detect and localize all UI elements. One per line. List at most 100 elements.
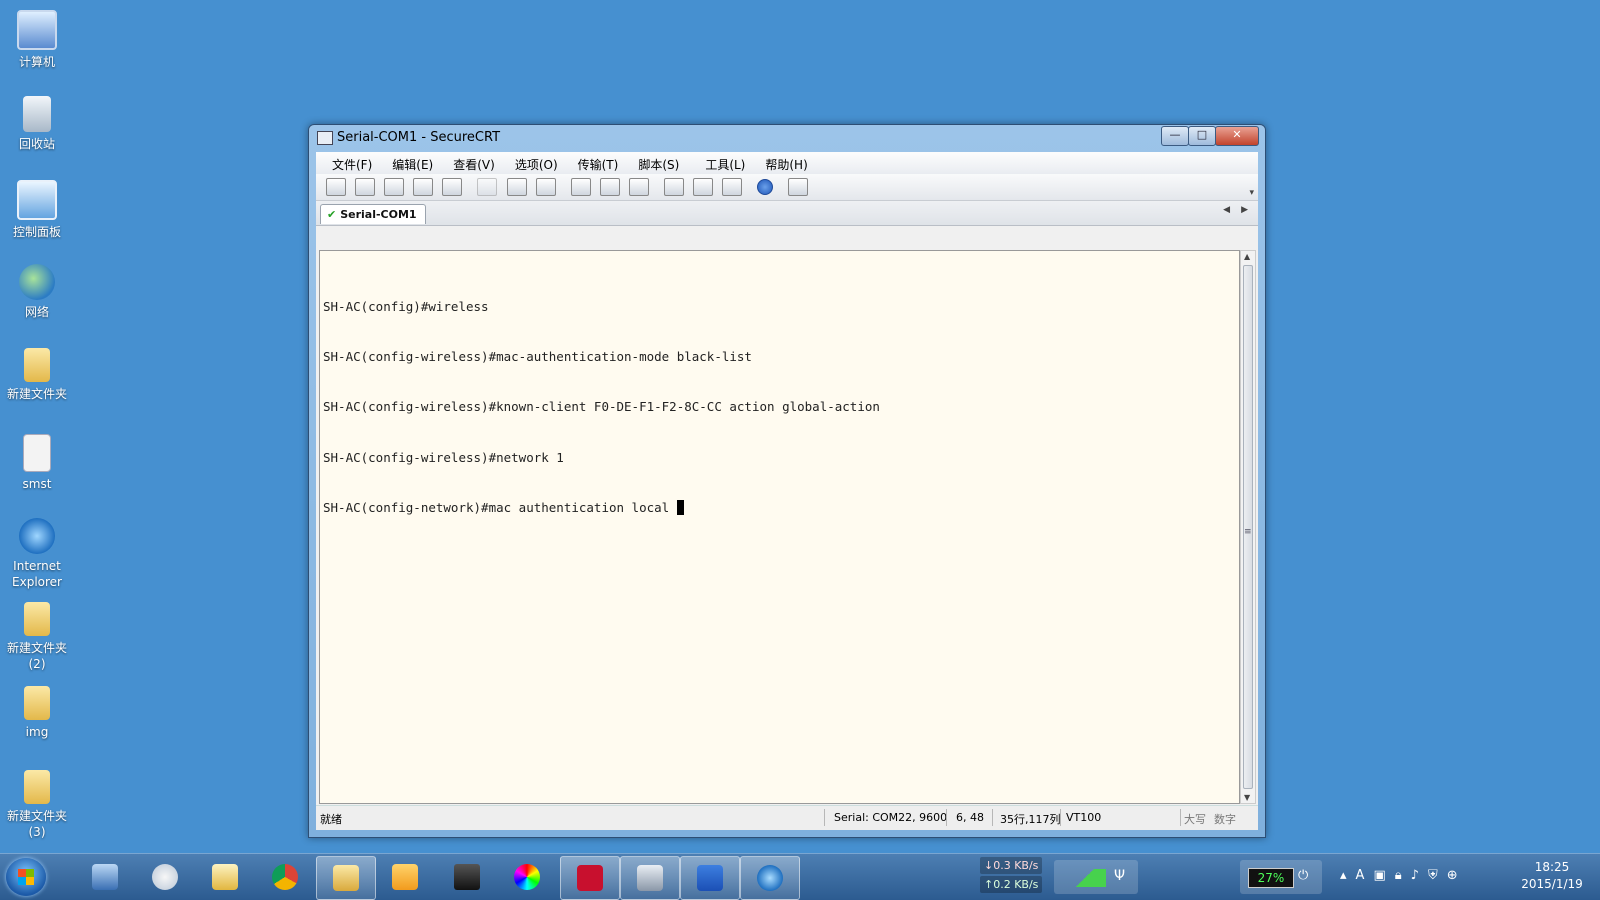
sftp-icon[interactable] bbox=[788, 178, 809, 196]
close-button[interactable]: ✕ bbox=[1215, 126, 1259, 146]
terminal-line: SH-AC(config-wireless)#mac-authenticatio… bbox=[323, 348, 752, 364]
desktop-icon-label: 控制面板 bbox=[12, 225, 61, 239]
desktop-icon-label: 网络 bbox=[24, 305, 49, 319]
taskbar-app-outlook[interactable] bbox=[376, 856, 434, 898]
taskbar-app-tool[interactable] bbox=[438, 856, 496, 898]
reconnect-icon[interactable] bbox=[413, 178, 434, 196]
terminal-line: SH-AC(config-wireless)#known-client F0-D… bbox=[323, 399, 880, 415]
disconnect-icon[interactable] bbox=[442, 178, 463, 196]
scroll-up-icon[interactable]: ▲ bbox=[1244, 252, 1250, 261]
shortcut-file-icon bbox=[23, 434, 51, 472]
taskbar-app-internet-explorer[interactable] bbox=[740, 856, 800, 900]
paste-icon[interactable] bbox=[506, 178, 527, 196]
menu-script[interactable]: 脚本(S) bbox=[632, 152, 685, 173]
desktop-icon-new-folder-3[interactable]: 新建文件夹 (3) bbox=[0, 762, 74, 840]
taskbar-app-securecrt[interactable] bbox=[620, 856, 680, 900]
global-options-icon[interactable] bbox=[693, 178, 714, 196]
menu-view[interactable]: 查看(V) bbox=[447, 152, 501, 173]
tab-scroll-left-icon[interactable]: ◀ bbox=[1223, 205, 1230, 215]
status-caps-lock: 大写 bbox=[1184, 813, 1206, 826]
tab-scroll-right-icon[interactable]: ▶ bbox=[1241, 205, 1248, 215]
display-icon[interactable]: ▣ bbox=[1373, 868, 1394, 883]
terminal-line: SH-AC(config-wireless)#network 1 bbox=[323, 449, 564, 465]
print-screen-icon[interactable] bbox=[570, 178, 591, 196]
connect-in-tab-icon[interactable] bbox=[384, 178, 405, 196]
status-cursor-position: 6, 48 bbox=[956, 811, 984, 824]
folder-icon bbox=[24, 686, 50, 720]
tool-icon bbox=[454, 864, 480, 890]
security-shield-icon[interactable]: ⛨ bbox=[1428, 868, 1447, 883]
signal-strength-widget[interactable]: Ψ bbox=[1054, 860, 1138, 894]
keymap-icon[interactable] bbox=[722, 178, 743, 196]
lock-icon[interactable]: 🔒︎ bbox=[1395, 868, 1411, 883]
word-icon bbox=[697, 865, 723, 891]
scrollbar-grip-icon: ≡ bbox=[1244, 527, 1252, 537]
outlook-icon bbox=[392, 864, 418, 890]
tab-serial-com1[interactable]: ✔ Serial-COM1 bbox=[320, 204, 426, 224]
print-selection-icon[interactable] bbox=[599, 178, 620, 196]
taskbar-app-folder[interactable] bbox=[316, 856, 376, 900]
status-divider bbox=[946, 809, 947, 826]
title-bar[interactable]: Serial-COM1 - SecureCRT — □ ✕ bbox=[309, 125, 1265, 151]
antenna-icon: Ψ bbox=[1114, 868, 1126, 884]
connect-icon[interactable] bbox=[326, 178, 346, 196]
quick-connect-icon[interactable] bbox=[355, 178, 376, 196]
help-icon[interactable] bbox=[757, 179, 774, 195]
vertical-scrollbar[interactable]: ▲ ≡ ▼ bbox=[1240, 250, 1256, 804]
desktop-icon-new-folder[interactable]: 新建文件夹 bbox=[0, 340, 74, 402]
menu-transfer[interactable]: 传输(T) bbox=[572, 152, 625, 173]
menu-help[interactable]: 帮助(H) bbox=[759, 152, 813, 173]
upload-arrow-icon: ↑ bbox=[984, 878, 994, 891]
menu-options[interactable]: 选项(O) bbox=[509, 152, 564, 173]
desktop-icon-img[interactable]: img bbox=[0, 678, 74, 740]
status-ready: 就绪 bbox=[320, 813, 342, 826]
desktop-icon-internet-explorer[interactable]: Internet Explorer bbox=[0, 510, 74, 590]
upload-speed: ↑0.2 KB/s bbox=[980, 876, 1042, 893]
status-size: 35行,117列 bbox=[1000, 813, 1061, 826]
desktop-icon-label: 新建文件夹 bbox=[6, 387, 67, 401]
desktop-icon-recycle-bin[interactable]: 回收站 bbox=[0, 88, 74, 152]
system-clock[interactable]: 18:25 2015/1/19 bbox=[1512, 859, 1592, 893]
battery-widget[interactable]: 27% ⏻ bbox=[1240, 860, 1322, 894]
status-bar: 就绪 Serial: COM22, 9600 6, 48 35行,117列 VT… bbox=[316, 805, 1258, 830]
status-divider bbox=[1060, 809, 1061, 826]
desktop-icon-network[interactable]: 网络 bbox=[0, 256, 74, 320]
menu-edit[interactable]: 编辑(E) bbox=[386, 152, 439, 173]
taskbar-app-huawei[interactable] bbox=[560, 856, 620, 900]
folder-icon bbox=[24, 602, 50, 636]
taskbar-app-chrome[interactable] bbox=[256, 856, 314, 898]
volume-icon[interactable]: ♪ bbox=[1411, 868, 1428, 883]
taskbar: ↓0.3 KB/s ↑0.2 KB/s Ψ 27% ⏻ ▴A▣🔒︎♪⛨⊕ 18:2… bbox=[0, 853, 1600, 900]
desktop-icon-label: Internet Explorer bbox=[12, 559, 62, 589]
start-button[interactable] bbox=[6, 858, 46, 896]
print-icon[interactable] bbox=[628, 178, 649, 196]
network-speed-monitor[interactable]: ↓0.3 KB/s ↑0.2 KB/s bbox=[980, 857, 1042, 895]
desktop-icon-computer[interactable]: 计算机 bbox=[0, 2, 74, 70]
desktop-icon-control-panel[interactable]: 控制面板 bbox=[0, 172, 74, 240]
session-options-icon[interactable] bbox=[664, 178, 685, 196]
terminal-output[interactable]: SH-AC(config)#wireless SH-AC(config-wire… bbox=[319, 250, 1240, 804]
taskbar-app-file-explorer[interactable] bbox=[196, 856, 254, 898]
input-method-icon[interactable]: A bbox=[1356, 868, 1374, 883]
show-hidden-icons-icon[interactable]: ▴ bbox=[1340, 868, 1356, 883]
add-icon[interactable]: ⊕ bbox=[1447, 868, 1467, 883]
terminal-cursor bbox=[676, 500, 684, 516]
maximize-button[interactable]: □ bbox=[1188, 126, 1216, 146]
taskbar-app-remote-desktop[interactable] bbox=[76, 856, 134, 898]
scroll-down-icon[interactable]: ▼ bbox=[1244, 793, 1250, 802]
desktop-icon-new-folder-2[interactable]: 新建文件夹 (2) bbox=[0, 594, 74, 672]
taskbar-app-paint[interactable] bbox=[136, 856, 194, 898]
recycle-bin-icon bbox=[23, 96, 51, 132]
copy-icon[interactable] bbox=[477, 178, 498, 196]
toolbar-overflow-icon[interactable]: ▾ bbox=[1249, 188, 1254, 198]
taskbar-app-word[interactable] bbox=[680, 856, 740, 900]
taskbar-app-color-picker[interactable] bbox=[498, 856, 556, 898]
find-icon[interactable] bbox=[535, 178, 556, 196]
folder-icon bbox=[24, 770, 50, 804]
menu-file[interactable]: 文件(F) bbox=[326, 152, 378, 173]
securecrt-icon bbox=[637, 865, 663, 891]
desktop-icon-smst[interactable]: smst bbox=[0, 426, 74, 492]
system-tray: ▴A▣🔒︎♪⛨⊕ bbox=[1340, 868, 1467, 883]
minimize-button[interactable]: — bbox=[1161, 126, 1189, 146]
menu-tools[interactable]: 工具(L) bbox=[699, 152, 751, 173]
